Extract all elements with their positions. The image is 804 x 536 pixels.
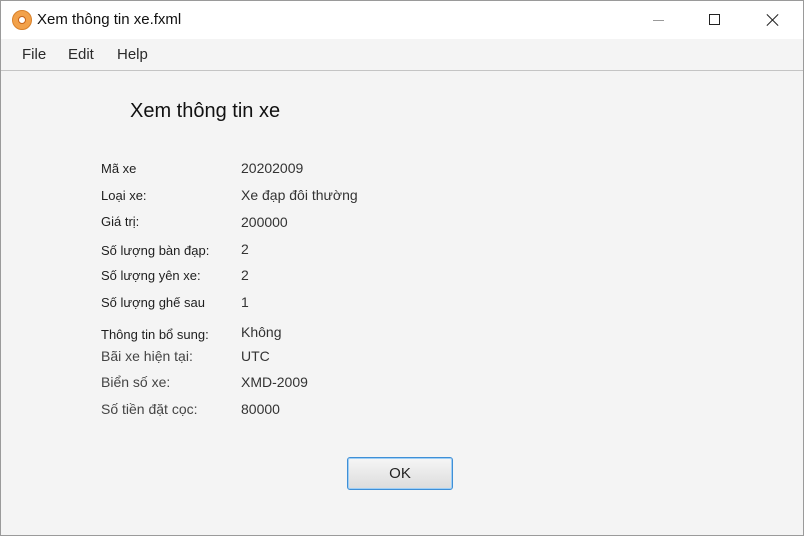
value-so-luong-ghe-sau: 1 [241,294,249,310]
app-window: Xem thông tin xe.fxml File Edit Help Xem… [0,0,804,536]
value-thong-tin-bo-sung: Không [241,324,282,340]
label-so-luong-yen-xe: Số lượng yên xe: [101,268,201,283]
label-so-luong-ghe-sau: Số lượng ghế sau [101,295,205,310]
minimize-icon[interactable] [629,1,687,39]
close-icon[interactable] [743,1,801,39]
title-bar: Xem thông tin xe.fxml [1,1,803,39]
value-gia-tri: 200000 [241,214,288,230]
value-so-luong-ban-dap: 2 [241,241,249,257]
window-title: Xem thông tin xe.fxml [37,11,182,28]
label-loai-xe: Loại xe: [101,188,147,203]
maximize-icon[interactable] [685,1,743,39]
value-bien-so-xe: XMD-2009 [241,374,308,390]
value-so-tien-dat-coc: 80000 [241,401,280,417]
value-bai-xe-hien-tai: UTC [241,348,270,364]
value-so-luong-yen-xe: 2 [241,267,249,283]
value-loai-xe: Xe đạp đôi thường [241,187,358,203]
label-gia-tri: Giá trị: [101,214,140,229]
label-ma-xe: Mã xe [101,161,137,176]
label-bai-xe-hien-tai: Bãi xe hiện tại: [101,348,193,364]
menu-edit[interactable]: Edit [68,46,94,63]
page-title: Xem thông tin xe [130,100,281,122]
menu-help[interactable]: Help [117,46,148,63]
ok-button[interactable]: OK [347,457,453,490]
value-ma-xe: 20202009 [241,160,304,176]
menu-file[interactable]: File [22,46,46,63]
label-thong-tin-bo-sung: Thông tin bổ sung: [101,327,209,342]
label-bien-so-xe: Biển số xe: [101,374,171,390]
menu-bar: File Edit Help [1,39,803,71]
app-logo-icon [12,10,32,30]
label-so-tien-dat-coc: Số tiền đặt cọc: [101,401,198,417]
label-so-luong-ban-dap: Số lượng bàn đạp: [101,243,210,258]
